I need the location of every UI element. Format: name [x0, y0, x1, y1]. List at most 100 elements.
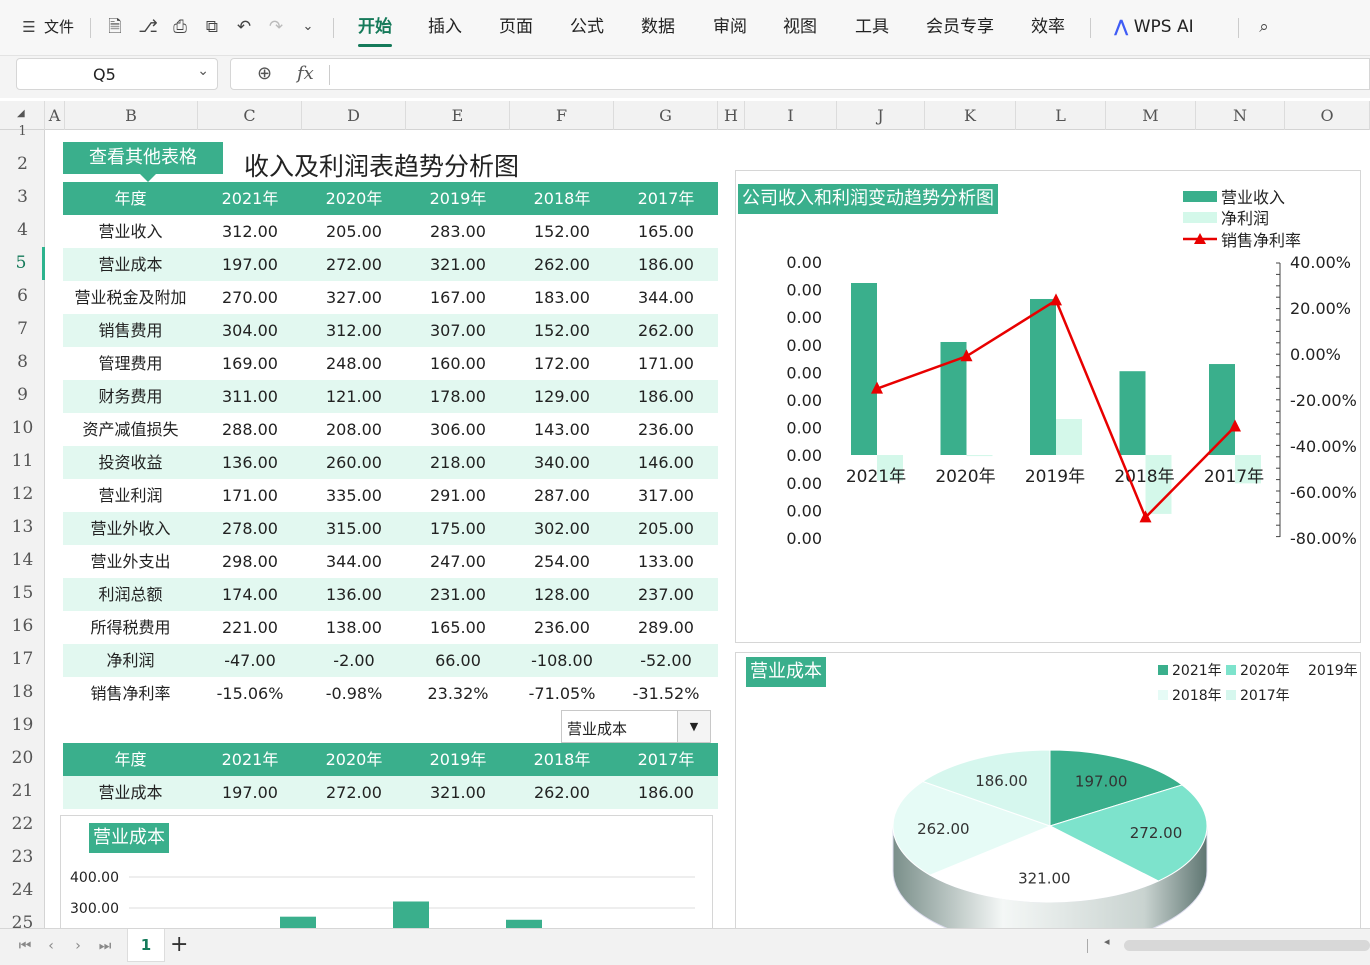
row-header-8[interactable]: 8 — [0, 346, 45, 379]
row-header-18[interactable]: 18 — [0, 676, 45, 709]
tab-7[interactable]: 工具 — [855, 16, 889, 38]
value-cell[interactable]: 175.00 — [406, 512, 510, 545]
prev-sheet-icon[interactable]: ‹ — [40, 935, 62, 957]
net-profit-bar[interactable] — [966, 455, 993, 457]
value-cell[interactable]: 262.00 — [510, 776, 614, 809]
row-label-cell[interactable]: 财务费用 — [63, 380, 198, 413]
print-preview-icon[interactable]: ⧉ — [201, 16, 223, 38]
revenue-bar[interactable] — [1119, 371, 1146, 455]
value-cell[interactable]: 312.00 — [302, 314, 406, 347]
value-cell[interactable]: 146.00 — [614, 446, 718, 479]
tab-3[interactable]: 公式 — [570, 16, 604, 38]
row-header-11[interactable]: 11 — [0, 445, 45, 478]
row-label-cell[interactable]: 营业外收入 — [63, 512, 198, 545]
value-cell[interactable]: 298.00 — [198, 545, 302, 578]
value-cell[interactable]: 171.00 — [614, 347, 718, 380]
formula-input[interactable]: ⊕ fx — [230, 58, 1370, 90]
value-cell[interactable]: 169.00 — [198, 347, 302, 380]
save-icon[interactable]: 🗎 — [104, 16, 126, 38]
value-cell[interactable]: -71.05% — [510, 677, 614, 710]
value-cell[interactable]: 291.00 — [406, 479, 510, 512]
chevron-down-icon[interactable]: ⌄ — [197, 63, 209, 79]
value-cell[interactable]: 317.00 — [614, 479, 718, 512]
value-cell[interactable]: 186.00 — [614, 380, 718, 413]
fx-icon[interactable]: fx — [297, 63, 314, 84]
row-header-19[interactable]: 19 — [0, 709, 45, 742]
row-label-cell[interactable]: 所得税费用 — [63, 611, 198, 644]
value-cell[interactable]: 136.00 — [198, 446, 302, 479]
menu-icon[interactable]: ☰ — [18, 16, 40, 38]
row-label-cell[interactable]: 投资收益 — [63, 446, 198, 479]
value-cell[interactable]: -2.00 — [302, 644, 406, 677]
value-cell[interactable]: 288.00 — [198, 413, 302, 446]
value-cell[interactable]: 208.00 — [302, 413, 406, 446]
tab-0[interactable]: 开始 — [358, 16, 392, 47]
row-header-10[interactable]: 10 — [0, 412, 45, 445]
value-cell[interactable]: 165.00 — [406, 611, 510, 644]
value-cell[interactable]: 272.00 — [302, 776, 406, 809]
value-cell[interactable]: 270.00 — [198, 281, 302, 314]
value-cell[interactable]: -47.00 — [198, 644, 302, 677]
scroll-left-icon[interactable]: ◂ — [1104, 935, 1110, 948]
value-cell[interactable]: -15.06% — [198, 677, 302, 710]
value-cell[interactable]: 306.00 — [406, 413, 510, 446]
tab-4[interactable]: 数据 — [641, 16, 675, 38]
value-cell[interactable]: 307.00 — [406, 314, 510, 347]
column-header-N[interactable]: N — [1196, 101, 1285, 130]
row-header-12[interactable]: 12 — [0, 478, 45, 511]
revenue-bar[interactable] — [1030, 298, 1056, 455]
value-cell[interactable]: 278.00 — [198, 512, 302, 545]
value-cell[interactable]: 143.00 — [510, 413, 614, 446]
row-label-cell[interactable]: 销售费用 — [63, 314, 198, 347]
value-cell[interactable]: 2020年 — [302, 743, 406, 776]
row-label-cell[interactable]: 营业利润 — [63, 479, 198, 512]
horizontal-scrollbar[interactable] — [1124, 940, 1370, 951]
value-cell[interactable]: 247.00 — [406, 545, 510, 578]
add-sheet-button[interactable]: + — [170, 932, 188, 957]
row-label-cell[interactable]: 营业外支出 — [63, 545, 198, 578]
value-cell[interactable]: 221.00 — [198, 611, 302, 644]
first-sheet-icon[interactable]: ⏮ — [14, 935, 36, 957]
value-cell[interactable]: 205.00 — [302, 215, 406, 248]
tab-1[interactable]: 插入 — [428, 16, 462, 38]
column-header-H[interactable]: H — [718, 101, 745, 130]
value-cell[interactable]: 335.00 — [302, 479, 406, 512]
row-label-cell[interactable]: 营业成本 — [63, 248, 198, 281]
row-header-20[interactable]: 20 — [0, 742, 45, 775]
value-cell[interactable]: 231.00 — [406, 578, 510, 611]
row-label-cell[interactable]: 年度 — [63, 182, 198, 215]
next-sheet-icon[interactable]: › — [67, 935, 89, 957]
value-cell[interactable]: 121.00 — [302, 380, 406, 413]
value-cell[interactable]: 262.00 — [510, 248, 614, 281]
column-header-O[interactable]: O — [1285, 101, 1370, 130]
value-cell[interactable]: 2021年 — [198, 743, 302, 776]
value-cell[interactable]: 133.00 — [614, 545, 718, 578]
value-cell[interactable]: 205.00 — [614, 512, 718, 545]
undo-icon[interactable]: ↶ — [233, 16, 255, 38]
row-label-cell[interactable]: 营业成本 — [63, 776, 198, 809]
row-header-5[interactable]: 5 — [0, 247, 45, 280]
value-cell[interactable]: 138.00 — [302, 611, 406, 644]
row-header-6[interactable]: 6 — [0, 280, 45, 313]
row-header-14[interactable]: 14 — [0, 544, 45, 577]
column-header-D[interactable]: D — [302, 101, 406, 130]
row-header-9[interactable]: 9 — [0, 379, 45, 412]
value-cell[interactable]: 172.00 — [510, 347, 614, 380]
row-header-3[interactable]: 3 — [0, 181, 45, 214]
row-header-15[interactable]: 15 — [0, 577, 45, 610]
row-header-1[interactable]: 1 — [0, 122, 45, 142]
value-cell[interactable]: 197.00 — [198, 248, 302, 281]
value-cell[interactable]: 186.00 — [614, 776, 718, 809]
trend-chart[interactable]: 公司收入和利润变动趋势分析图 0.00 0.00 0.00 0.00 0.00 0.00 0… — [735, 170, 1361, 643]
search-icon[interactable]: ⌕ — [1253, 16, 1275, 38]
value-cell[interactable]: 236.00 — [614, 413, 718, 446]
value-cell[interactable]: 248.00 — [302, 347, 406, 380]
chevron-down-icon[interactable]: ⌄ — [297, 16, 319, 38]
value-cell[interactable]: 312.00 — [198, 215, 302, 248]
revenue-bar[interactable] — [851, 283, 877, 455]
redo-icon[interactable]: ↷ — [265, 16, 287, 38]
value-cell[interactable]: 165.00 — [614, 215, 718, 248]
value-cell[interactable]: -0.98% — [302, 677, 406, 710]
value-cell[interactable]: 2018年 — [510, 182, 614, 215]
value-cell[interactable]: 66.00 — [406, 644, 510, 677]
